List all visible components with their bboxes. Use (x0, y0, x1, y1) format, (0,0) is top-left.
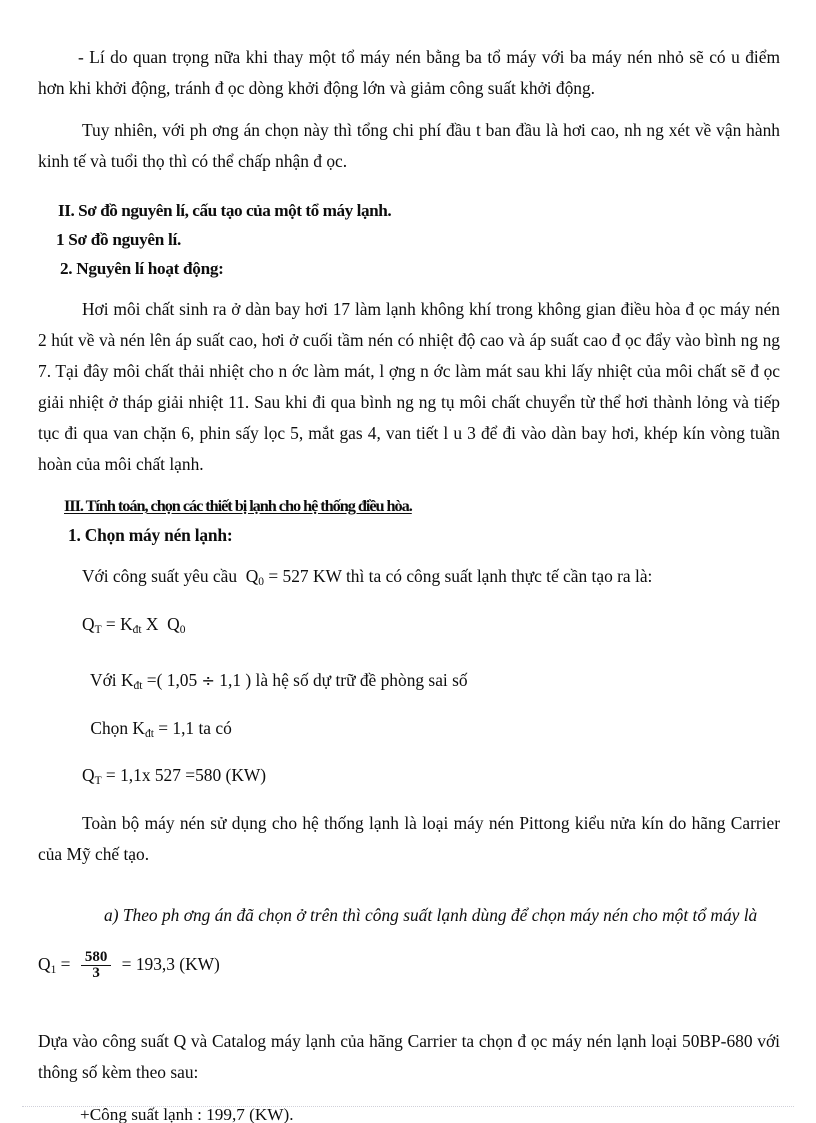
fraction-equals-1: = (56, 954, 75, 975)
eq0-pre: Q (82, 613, 95, 634)
fraction-result: = 193,3 (KW) (117, 954, 220, 975)
divide-symbol: ÷ (201, 670, 215, 690)
eq2-sub1: đt (144, 727, 154, 740)
eq0-sub1: T (94, 623, 102, 636)
scan-artifact-rule (22, 1106, 794, 1108)
section-ii-body: Hơi môi chất sinh ra ở dàn bay hơi 17 là… (38, 299, 780, 474)
eq2-mid: = 1,1 ta có (153, 717, 232, 738)
spec-cooling-capacity: +Công suất lạnh : 199,7 (KW). (80, 1105, 294, 1123)
eq3-sub1: T (94, 775, 102, 788)
equation-kdt-choice: Chọn Kđt = 1,1 ta có (86, 713, 780, 750)
required-capacity-line: Với công suất yêu cầu Q0 = 527 KW thì ta… (82, 561, 780, 598)
eq1-mid: =( 1,05 (142, 669, 202, 690)
catalog-paragraph: Dựa vào công suất Q và Catalog máy lạnh … (38, 1031, 780, 1083)
eq0-sub3: 0 (179, 623, 186, 636)
required-capacity-rest: = 527 KW thì ta có công suất lạnh thực t… (264, 566, 653, 586)
eq2-pre: Chọn K (86, 717, 145, 738)
eq0-mid: = K (101, 613, 133, 634)
equation-qt-formula: QT = Kđt X Q0 (82, 609, 780, 646)
eq3-pre: Q (82, 765, 95, 786)
equation-kdt-range: Với Kđt =( 1,05 ÷ 1,1 ) là hệ số dự trữ … (86, 665, 780, 702)
equation-qt-result: QT = 1,1x 527 =580 (KW) (82, 760, 780, 797)
fraction-numerator: 580 (84, 948, 108, 965)
section-ii-sub-1: 1 Sơ đồ nguyên lí. (56, 230, 181, 249)
section-iii-heading: III. Tính toán, chọn các thiết bị lạnh c… (64, 496, 413, 515)
page-content: - Lí do quan trọng nữa khi thay một tổ m… (38, 42, 780, 1123)
required-capacity-pre: Với công suất yêu cầu Q (82, 566, 259, 586)
section-ii-sub-2: 2. Nguyên lí hoạt động: (60, 259, 224, 278)
eq3-mid: = 1,1x 527 =580 (KW) (101, 765, 267, 786)
fraction-lhs: Q (38, 954, 51, 975)
intro-paragraph-2: Tuy nhiên, với ph ơng án chọn này thì tổ… (38, 120, 780, 171)
intro-paragraph-1: - Lí do quan trọng nữa khi thay một tổ m… (38, 47, 780, 98)
document-page: - Lí do quan trọng nữa khi thay một tổ m… (0, 0, 816, 1123)
eq0-post: X Q (141, 613, 180, 634)
section-iii-sub-1-heading: 1. Chọn máy nén lạnh: (68, 525, 233, 545)
fraction-580-over-3: 580 3 (80, 948, 112, 982)
fraction-equation: Q1 = 580 3 = 193,3 (KW) (38, 949, 780, 986)
eq1-post: 1,1 ) là hệ số dự trữ đề phòng sai số (214, 669, 468, 690)
section-ii-heading: II. Sơ đồ nguyên lí, cấu tạo của một tổ … (58, 201, 392, 220)
eq0-sub2: đt (132, 623, 142, 636)
italic-note: a) Theo ph ơng án đã chọn ở trên thì côn… (104, 905, 758, 926)
fraction-denominator: 3 (80, 964, 112, 981)
compressor-note: Toàn bộ máy nén sử dụng cho hệ thống lạn… (38, 813, 780, 865)
eq1-pre: Với K (86, 669, 134, 690)
